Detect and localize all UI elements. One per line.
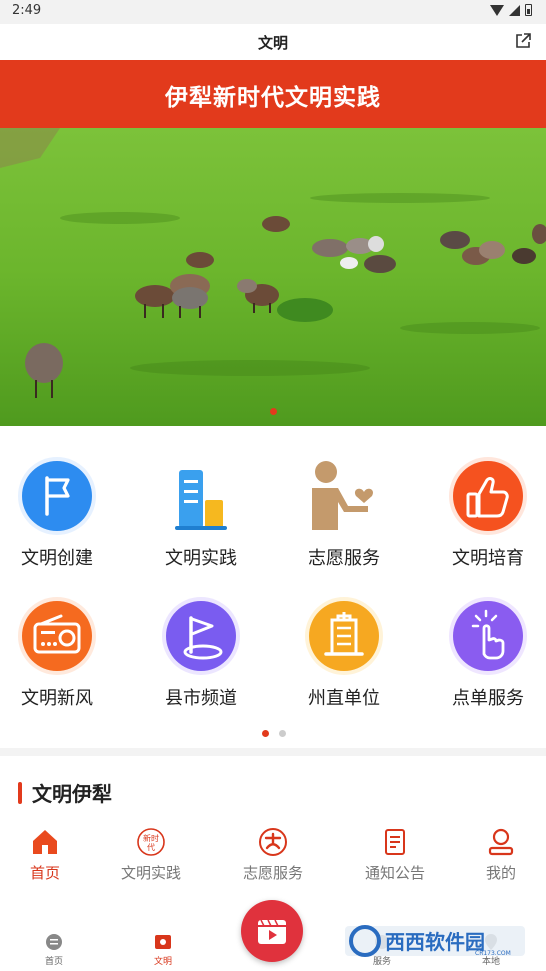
grid-item-label: 文明培育 <box>452 548 524 569</box>
tab-home[interactable]: 首页 <box>0 826 95 883</box>
page-dot <box>279 730 286 737</box>
banner-title: 伊犁新时代文明实践 <box>165 85 381 111</box>
grid-item-zhiyuan-fuwu[interactable]: 志愿服务 <box>276 456 412 570</box>
nav-label: 首页 <box>44 957 63 967</box>
tab-label: 我的 <box>485 864 516 882</box>
watermark-logo: 西西软件园 CR173.COM <box>345 920 525 962</box>
section-title: 文明伊犁 <box>32 782 112 806</box>
office-building-icon <box>305 597 383 675</box>
user-icon <box>488 828 514 856</box>
watermark-subtext: CR173.COM <box>475 950 511 957</box>
civilization-icon <box>155 935 171 949</box>
grid-item-label: 点单服务 <box>452 688 524 709</box>
tab-wode[interactable]: 我的 <box>451 826 546 883</box>
video-play-icon <box>258 919 286 944</box>
home-icon <box>33 830 57 854</box>
tab-zhiyuan-fuwu[interactable]: 志愿服务 <box>223 826 323 883</box>
grid-item-label: 文明创建 <box>21 548 93 569</box>
grid-item-wenming-peiyu[interactable]: 文明培育 <box>420 456 546 570</box>
status-icons <box>490 4 532 16</box>
grid-item-xianshi-pindao[interactable]: 县市频道 <box>133 596 269 710</box>
volunteer-icon <box>259 828 287 856</box>
grid-item-label: 州直单位 <box>308 688 380 709</box>
thumbs-up-icon <box>449 457 527 535</box>
map-flag-icon <box>162 597 240 675</box>
inner-tab-bar: 首页 新时 代 文明实践 志愿服务 通知公告 我的 <box>0 826 546 890</box>
video-center-button[interactable] <box>241 900 303 962</box>
section-accent-bar <box>18 781 22 804</box>
grid-item-wenming-chuangjian[interactable]: 文明创建 <box>0 456 125 570</box>
tap-hand-icon <box>449 597 527 675</box>
volunteer-heart-icon <box>312 461 374 530</box>
grid-item-label: 县市频道 <box>165 688 237 709</box>
tab-label: 首页 <box>29 864 60 882</box>
nav-civilization[interactable]: 文明 <box>133 932 193 967</box>
grid-page-indicator <box>262 730 286 737</box>
grid-item-label: 文明实践 <box>165 548 237 569</box>
nav-label: 文明 <box>153 957 172 967</box>
app-screen: 2:49 文明 伊犁新时代文明实践 文明创建 文明实践 志愿服务 文明培育 文明… <box>0 0 546 971</box>
share-icon[interactable] <box>514 32 532 50</box>
watermark-text: 西西软件园 <box>385 930 485 954</box>
building-chart-icon <box>175 470 227 530</box>
svg-text:新时: 新时 <box>143 833 159 843</box>
section-header: 文明伊犁 <box>18 778 112 807</box>
grid-item-wenming-xinfeng[interactable]: 文明新风 <box>0 596 125 710</box>
tab-label: 文明实践 <box>120 864 181 882</box>
radio-icon <box>18 597 96 675</box>
home-icon <box>46 934 62 950</box>
nav-home[interactable]: 首页 <box>24 932 84 967</box>
new-era-icon: 新时 代 <box>137 828 165 856</box>
tab-tongzhi-gonggao[interactable]: 通知公告 <box>345 826 445 883</box>
wifi-icon <box>490 4 504 16</box>
tab-label: 志愿服务 <box>242 864 303 882</box>
grid-item-label: 文明新风 <box>21 688 93 709</box>
tab-label: 通知公告 <box>364 864 425 882</box>
notice-icon <box>385 829 405 855</box>
grid-item-label: 志愿服务 <box>308 548 380 569</box>
svg-text:代: 代 <box>147 842 155 852</box>
tab-wenming-shijian[interactable]: 新时 代 文明实践 <box>101 826 201 883</box>
grid-item-wenming-shijian[interactable]: 文明实践 <box>133 456 269 570</box>
banner-carousel[interactable] <box>0 128 546 426</box>
watermark-logo-image: 西西软件园 CR173.COM <box>345 925 525 957</box>
signal-icon <box>509 4 520 16</box>
grid-item-zhouzhi-danwei[interactable]: 州直单位 <box>276 596 412 710</box>
battery-icon <box>525 4 532 16</box>
title-bar: 文明 <box>0 24 546 60</box>
section-divider <box>0 748 546 756</box>
status-time: 2:49 <box>12 3 42 18</box>
grid-item-diandan-fuwu[interactable]: 点单服务 <box>420 596 546 710</box>
flag-icon <box>18 457 96 535</box>
status-bar: 2:49 <box>0 0 546 24</box>
page-title: 文明 <box>257 34 288 52</box>
carousel-indicator <box>270 408 277 415</box>
grassland-sheep-image <box>0 128 546 426</box>
page-dot-active <box>262 730 269 737</box>
header-banner: 伊犁新时代文明实践 <box>0 60 546 128</box>
